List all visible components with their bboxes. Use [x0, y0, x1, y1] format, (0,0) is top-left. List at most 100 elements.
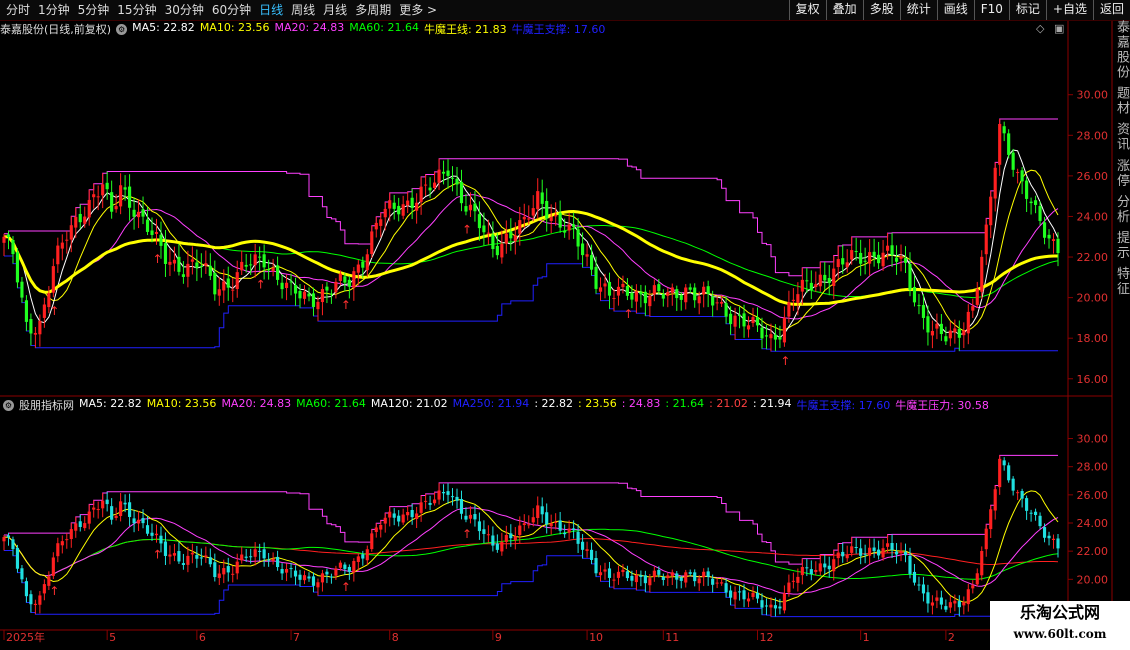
period-tab-0[interactable]: 分时 — [2, 0, 34, 20]
main-candle-184 — [827, 278, 831, 284]
period-tab-3[interactable]: 15分钟 — [113, 0, 160, 20]
period-tab-9[interactable]: 多周期 — [351, 0, 395, 20]
sub-candle-182 — [818, 563, 822, 572]
toolbar-button-5[interactable]: F10 — [973, 0, 1009, 20]
main-candle-1 — [6, 234, 11, 237]
sub-buy-arrow-3: ↑ — [462, 527, 472, 541]
sub-candle-93 — [419, 502, 423, 513]
sub-candle-188 — [845, 554, 849, 559]
main-candle-125 — [563, 230, 567, 233]
sub-candle-80 — [361, 554, 365, 559]
sub-candle-145 — [652, 570, 656, 578]
settings-gear-icon[interactable]: ⚙ — [116, 23, 128, 35]
sub-candle-219 — [984, 528, 988, 550]
sub-candle-123 — [554, 521, 558, 523]
period-tab-1[interactable]: 1分钟 — [34, 0, 74, 20]
sub-settings-gear-icon[interactable]: ⚙ — [3, 399, 14, 411]
period-tab-2[interactable]: 5分钟 — [74, 0, 114, 20]
main-candle-72 — [325, 286, 329, 291]
main-candle-41 — [186, 263, 190, 277]
right-side-panel[interactable]: 泰嘉股份 题材 资讯 涨停 分析 提示 特征 — [1112, 20, 1130, 630]
sub-legend-item-10: : 21.02 — [709, 397, 748, 410]
sub-candle-225 — [1011, 478, 1015, 491]
main-candle-67 — [302, 291, 307, 299]
toolbar-button-8[interactable]: 返回 — [1092, 0, 1130, 20]
main-candle-107 — [482, 225, 486, 233]
sub-candle-207 — [930, 602, 934, 606]
main-candle-158 — [711, 296, 715, 306]
main-candle-57 — [258, 256, 262, 258]
main-candle-0 — [2, 236, 6, 243]
period-tab-4[interactable]: 30分钟 — [161, 0, 208, 20]
toolbar-button-2[interactable]: 多股 — [862, 0, 900, 20]
y-tick-label-main-0: 16.00 — [1077, 373, 1109, 386]
sub-candle-103 — [464, 515, 468, 520]
main-candle-138 — [621, 283, 625, 288]
period-tab-5[interactable]: 60分钟 — [208, 0, 255, 20]
main-candle-163 — [733, 315, 737, 327]
main-candle-212 — [953, 328, 957, 333]
period-tab-6[interactable]: 日线 — [255, 0, 287, 20]
panel-icons: ◇ ▣ — [1036, 22, 1064, 35]
sub-candle-166 — [746, 598, 751, 602]
indicator-title[interactable]: 股朋指标网 — [19, 397, 74, 413]
main-candle-26 — [119, 185, 123, 207]
toolbar-button-4[interactable]: 画线 — [936, 0, 974, 20]
main-candle-171 — [769, 334, 773, 339]
main-candle-167 — [751, 317, 755, 324]
sub-candle-229 — [1029, 512, 1033, 514]
sub-candle-71 — [320, 573, 325, 583]
sub-candle-203 — [912, 571, 917, 583]
main-candle-157 — [706, 286, 710, 295]
main-candle-86 — [388, 200, 392, 209]
sub-candle-21 — [96, 509, 100, 511]
toolbar-button-3[interactable]: 统计 — [899, 0, 937, 20]
main-candle-155 — [697, 296, 701, 304]
main-candle-161 — [724, 303, 728, 317]
sub-candle-4 — [20, 568, 24, 580]
sub-candle-16 — [74, 523, 78, 531]
sub-candle-124 — [558, 520, 562, 531]
window-icon[interactable]: ▣ — [1054, 22, 1064, 35]
diamond-icon[interactable]: ◇ — [1036, 22, 1044, 35]
sub-candle-41 — [186, 555, 190, 565]
period-tab-7[interactable]: 周线 — [287, 0, 319, 20]
sub-legend-item-7: : 23.56 — [578, 397, 617, 410]
main-candle-90 — [406, 200, 410, 206]
period-tab-10[interactable]: 更多 > — [395, 0, 441, 20]
sub-indicator-values: MA5: 22.82 MA10: 23.56 MA20: 24.83 MA60: 21… — [79, 397, 994, 413]
main-candle-83 — [374, 222, 378, 230]
main-candle-137 — [616, 286, 621, 296]
sub-candle-79 — [356, 556, 360, 563]
toolbar-button-1[interactable]: 叠加 — [825, 0, 863, 20]
main-candle-201 — [903, 258, 908, 263]
toolbar-button-7[interactable]: +自选 — [1045, 0, 1093, 20]
sub-candle-223 — [1002, 460, 1006, 466]
x-tick-label-10: 2 — [948, 631, 955, 644]
period-tab-8[interactable]: 月线 — [319, 0, 351, 20]
main-candle-143 — [643, 291, 647, 304]
stock-title[interactable]: 泰嘉股份(日线,前复权) — [0, 21, 111, 37]
sub-candle-68 — [307, 576, 311, 579]
sub-candle-55 — [249, 556, 253, 558]
sub-candle-142 — [639, 575, 643, 577]
toolbar-button-6[interactable]: 标记 — [1008, 0, 1046, 20]
main-legend-item-1: MA10: 23.56 — [199, 21, 270, 34]
main-candle-235 — [1056, 238, 1060, 254]
sub-candle-69 — [311, 576, 316, 586]
sub-candle-63 — [284, 569, 289, 573]
toolbar-button-0[interactable]: 复权 — [788, 0, 826, 20]
main-candle-91 — [410, 197, 414, 208]
main-candle-152 — [684, 287, 688, 303]
main-legend-item-5: 牛魔王支撑: 17.60 — [511, 23, 606, 36]
main-candle-114 — [513, 235, 517, 242]
main-candle-220 — [989, 196, 993, 226]
main-candle-71 — [320, 289, 325, 303]
main-candle-225 — [1011, 152, 1015, 170]
sub-candle-75 — [338, 562, 342, 568]
sub-candle-53 — [240, 554, 244, 561]
sub-candle-119 — [536, 505, 540, 518]
main-candle-63 — [284, 282, 289, 288]
sub-candle-76 — [343, 564, 347, 569]
kline-chart[interactable]: 16.00 18.00 20.00 22.00 24.00 26.00 28.00 30.00… — [0, 0, 1130, 650]
